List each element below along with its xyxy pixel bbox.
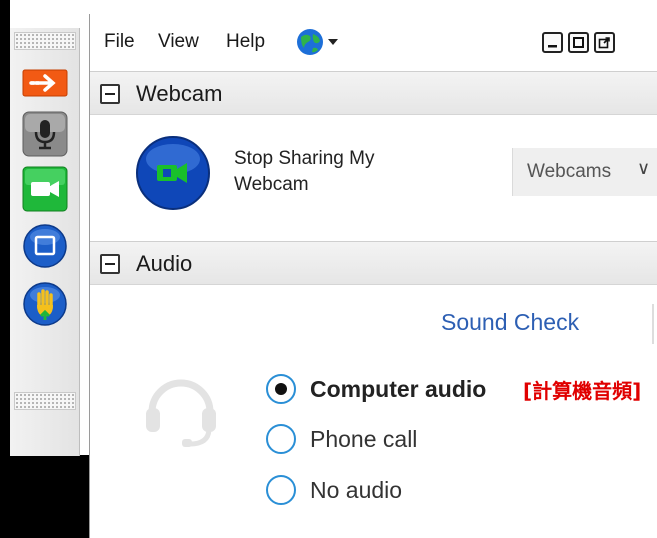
microphone-icon [22,111,68,157]
screen-share-button[interactable] [19,220,71,272]
audio-panel-header[interactable]: Audio [90,241,657,285]
popout-icon [598,37,610,49]
headset-icon [138,368,224,454]
stop-sharing-label-line2: Webcam [234,174,309,195]
divider [652,304,654,344]
stop-sharing-label-line1: Stop Sharing My [234,148,375,169]
webcam-panel-title: Webcam [136,81,223,106]
no-audio-label[interactable]: No audio [310,477,402,504]
menubar: File View Help [90,20,657,64]
globe-icon [297,29,338,55]
minimize-button[interactable] [542,32,563,53]
video-button[interactable] [19,163,71,215]
computer-audio-label[interactable]: Computer audio [310,376,486,403]
computer-audio-radio[interactable] [266,374,296,404]
dropdown-arrow-icon [328,39,338,45]
webcam-panel-header[interactable]: Webcam [90,71,657,115]
menu-help[interactable]: Help [226,31,265,53]
raise-hand-icon [23,282,67,326]
webcam-icon [136,136,210,210]
chevron-down-icon: ∨ [637,158,651,179]
toolbar-grip-bottom[interactable] [14,392,76,410]
minimize-icon [548,45,557,48]
audio-panel-title: Audio [136,251,193,276]
menu-file[interactable]: File [104,31,135,53]
stop-sharing-webcam-button[interactable] [135,135,211,211]
floating-toolbar [10,28,80,456]
stop-sharing-label[interactable]: Stop Sharing My Webcam [234,146,374,198]
toolbar-grip-top[interactable] [14,32,76,50]
phone-call-label[interactable]: Phone call [310,426,417,453]
webcams-dropdown[interactable]: Webcams ∨ [512,148,657,196]
no-audio-radio[interactable] [266,475,296,505]
menu-view[interactable]: View [158,31,199,53]
video-camera-icon [22,166,68,212]
language-dropdown[interactable] [295,28,347,56]
microphone-button[interactable] [19,108,71,160]
black-background [0,455,90,538]
sound-check-link[interactable]: Sound Check [441,309,579,336]
phone-call-radio[interactable] [266,424,296,454]
maximize-icon [573,37,584,48]
raise-hand-button[interactable] [19,278,71,330]
maximize-button[interactable] [568,32,589,53]
popout-button[interactable] [594,32,615,53]
arrow-right-icon [22,69,68,97]
webcam-collapse-button[interactable] [100,84,120,104]
annotation-label: [計算機音頻] [523,379,642,403]
audio-collapse-button[interactable] [100,254,120,274]
arrow-button[interactable] [19,62,71,104]
webcams-dropdown-value: Webcams [527,161,612,182]
screen-share-icon [23,224,67,268]
